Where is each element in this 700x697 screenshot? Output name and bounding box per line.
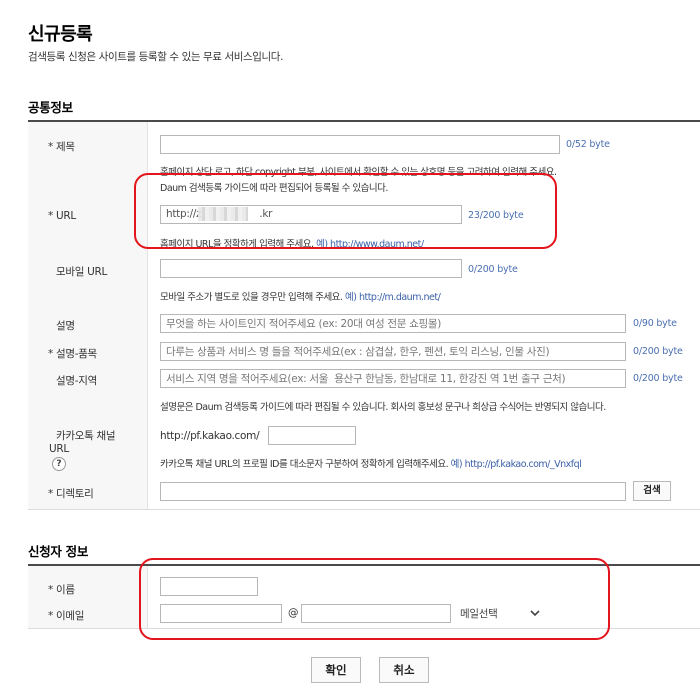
page-subtitle: 검색등록 신청은 사이트를 등록할 수 있는 무료 서비스입니다. — [28, 51, 284, 63]
label-column — [28, 122, 148, 509]
highlight-box-url — [134, 173, 557, 249]
kakao-help-text: 카카오톡 채널 URL의 프로필 ID를 대소문자 구분하여 정확하게 입력해주… — [160, 459, 582, 470]
description-byte-counter: 0/90 byte — [633, 318, 677, 329]
section-bottom-line — [28, 509, 700, 510]
mobile-url-byte-counter: 0/200 byte — [468, 264, 518, 275]
title-input[interactable] — [160, 135, 560, 154]
common-section-title: 공통정보 — [28, 100, 73, 115]
name-label: * 이름 — [48, 584, 75, 596]
description-region-byte-counter: 0/200 byte — [633, 373, 683, 384]
page-title: 신규등록 — [28, 24, 93, 45]
description-input[interactable] — [160, 314, 626, 333]
mobile-url-label: 모바일 URL — [56, 266, 108, 278]
description-region-label: 설명-지역 — [56, 375, 97, 387]
cancel-button[interactable]: 취소 — [379, 657, 429, 683]
mobile-url-example-link[interactable]: 예) http://m.daum.net/ — [345, 292, 441, 303]
mobile-url-help-text: 모바일 주소가 별도로 있을 경우만 입력해 주세요. 예) http://m.… — [160, 292, 441, 303]
description-label: 설명 — [56, 320, 75, 332]
confirm-button[interactable]: 확인 — [311, 657, 361, 683]
directory-label: * 디렉토리 — [48, 488, 94, 500]
directory-search-button[interactable]: 검색 — [633, 481, 671, 501]
kakao-channel-label-url: URL — [49, 443, 69, 455]
kakao-url-prefix: http://pf.kakao.com/ — [160, 430, 260, 442]
description-product-input[interactable] — [160, 342, 626, 361]
kakao-channel-label: 카카오톡 채널 — [56, 430, 116, 442]
description-help-text: 설명문은 Daum 검색등록 가이드에 따라 편집될 수 있습니다. 회사의 홍… — [160, 402, 606, 413]
description-product-byte-counter: 0/200 byte — [633, 346, 683, 357]
kakao-example-link[interactable]: 예) http://pf.kakao.com/_Vnxfql — [451, 459, 582, 470]
title-byte-counter: 0/52 byte — [566, 139, 610, 150]
applicant-section-title: 신청자 정보 — [28, 544, 89, 559]
title-label: * 제목 — [48, 141, 75, 153]
kakao-channel-input[interactable] — [268, 426, 356, 445]
label-column — [28, 566, 148, 628]
description-region-input[interactable] — [160, 369, 626, 388]
help-question-icon[interactable]: ? — [52, 457, 66, 471]
url-label: * URL — [48, 210, 76, 222]
description-product-label: * 설명-품목 — [48, 348, 97, 360]
email-label: * 이메일 — [48, 610, 85, 622]
directory-input[interactable] — [160, 482, 626, 501]
highlight-box-applicant — [139, 558, 610, 640]
mobile-url-input[interactable] — [160, 259, 462, 278]
